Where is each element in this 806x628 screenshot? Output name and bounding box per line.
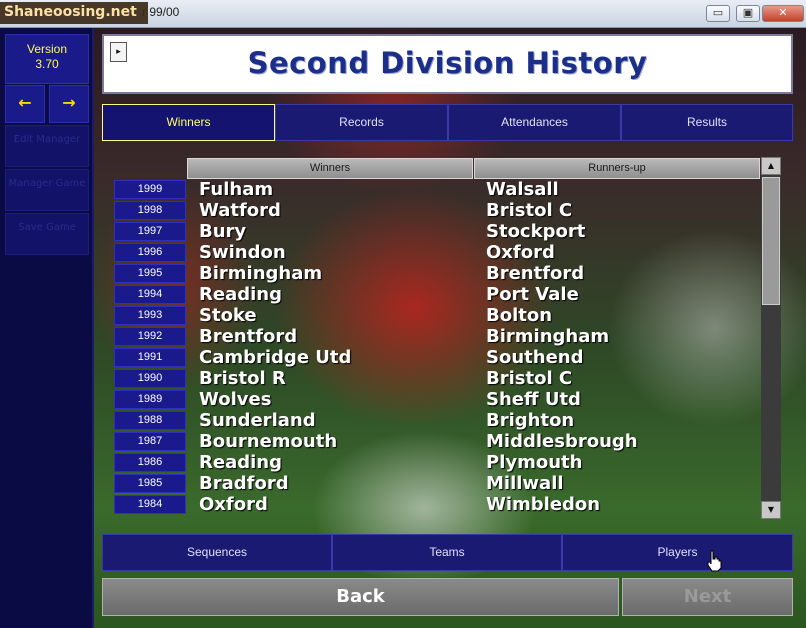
sidebar: Version 3.70 ← → Edit Manager Manager Ga… (0, 28, 94, 628)
year-cell: 1984 (114, 495, 186, 514)
runner-up-cell[interactable]: Oxford (486, 242, 555, 263)
version-label: Version (26, 42, 68, 56)
scroll-down-icon[interactable]: ▼ (761, 501, 781, 519)
winner-cell[interactable]: Reading (199, 452, 282, 473)
year-cell: 1987 (114, 432, 186, 451)
hand-cursor-icon (707, 550, 722, 572)
year-cell: 1988 (114, 411, 186, 430)
runner-up-cell[interactable]: Brentford (486, 263, 584, 284)
version-number: 3.70 (35, 57, 59, 71)
year-cell: 1994 (114, 285, 186, 304)
runner-up-cell[interactable]: Southend (486, 347, 583, 368)
year-cell: 1998 (114, 201, 186, 220)
winner-cell[interactable]: Fulham (199, 179, 273, 200)
table-row: 1995 Birmingham Brentford (114, 263, 754, 284)
runner-up-cell[interactable]: Wimbledon (486, 494, 600, 515)
winner-cell[interactable]: Wolves (199, 389, 271, 410)
table-row: 1984 Oxford Wimbledon (114, 494, 754, 515)
year-cell: 1993 (114, 306, 186, 325)
table-row: 1997 Bury Stockport (114, 221, 754, 242)
table-row: 1988 Sunderland Brighton (114, 410, 754, 431)
minimize-button[interactable]: ▭ (706, 5, 730, 22)
year-cell: 1990 (114, 369, 186, 388)
sequences-button[interactable]: Sequences (102, 534, 332, 571)
winner-cell[interactable]: Bristol R (199, 368, 286, 389)
year-cell: 1985 (114, 474, 186, 493)
sidebar-item-manager-game: Manager Game (5, 169, 89, 211)
tab-attendances[interactable]: Attendances (448, 104, 621, 141)
table-row: 1992 Brentford Birmingham (114, 326, 754, 347)
table-row: 1994 Reading Port Vale (114, 284, 754, 305)
winner-cell[interactable]: Bradford (199, 473, 289, 494)
runner-up-cell[interactable]: Brighton (486, 410, 574, 431)
scroll-up-icon[interactable]: ▲ (761, 157, 781, 175)
year-cell: 1999 (114, 180, 186, 199)
window-titlebar: r 99/00 Shaneoosing.net ▭ ▣ ✕ (0, 0, 806, 28)
table-row: 1991 Cambridge Utd Southend (114, 347, 754, 368)
table-row: 1987 Bournemouth Middlesbrough (114, 431, 754, 452)
table-row: 1989 Wolves Sheff Utd (114, 389, 754, 410)
year-cell: 1992 (114, 327, 186, 346)
table-row: 1985 Bradford Millwall (114, 473, 754, 494)
runner-up-cell[interactable]: Plymouth (486, 452, 582, 473)
tab-winners[interactable]: Winners (102, 104, 275, 141)
winner-cell[interactable]: Swindon (199, 242, 286, 263)
watermark-logo: Shaneoosing.net (0, 2, 148, 24)
main-panel: ▸ Second Division History Winners Record… (94, 28, 806, 628)
year-cell: 1997 (114, 222, 186, 241)
winner-cell[interactable]: Stoke (199, 305, 257, 326)
winner-cell[interactable]: Cambridge Utd (199, 347, 351, 368)
runner-up-cell[interactable]: Bolton (486, 305, 552, 326)
runner-up-cell[interactable]: Millwall (486, 473, 564, 494)
table-row: 1990 Bristol R Bristol C (114, 368, 754, 389)
table-row: 1986 Reading Plymouth (114, 452, 754, 473)
runner-up-cell[interactable]: Stockport (486, 221, 585, 242)
winner-cell[interactable]: Bournemouth (199, 431, 337, 452)
tab-records[interactable]: Records (275, 104, 448, 141)
sidebar-item-save-game: Save Game (5, 213, 89, 255)
tab-bar: Winners Records Attendances Results (102, 104, 793, 141)
table-row: 1996 Swindon Oxford (114, 242, 754, 263)
winner-cell[interactable]: Birmingham (199, 263, 322, 284)
winner-cell[interactable]: Reading (199, 284, 282, 305)
year-cell: 1989 (114, 390, 186, 409)
runner-up-cell[interactable]: Bristol C (486, 200, 572, 221)
winner-cell[interactable]: Brentford (199, 326, 297, 347)
page-header: ▸ Second Division History (102, 34, 793, 94)
maximize-button[interactable]: ▣ (736, 5, 760, 22)
year-cell: 1996 (114, 243, 186, 262)
next-button[interactable]: Next (622, 578, 793, 616)
page-title: Second Division History (247, 46, 648, 80)
year-cell: 1995 (114, 264, 186, 283)
back-button[interactable]: Back (102, 578, 619, 616)
year-cell: 1986 (114, 453, 186, 472)
runner-up-cell[interactable]: Middlesbrough (486, 431, 638, 452)
winner-cell[interactable]: Bury (199, 221, 246, 242)
close-button[interactable]: ✕ (762, 5, 804, 22)
table-row: 1998 Watford Bristol C (114, 200, 754, 221)
bottom-tab-bar: Sequences Teams Players (102, 534, 793, 571)
sidebar-item-edit-manager: Edit Manager (5, 125, 89, 167)
table-row: 1999 Fulham Walsall (114, 179, 754, 200)
winner-cell[interactable]: Sunderland (199, 410, 316, 431)
table-row: 1993 Stoke Bolton (114, 305, 754, 326)
tab-results[interactable]: Results (621, 104, 793, 141)
runner-up-cell[interactable]: Sheff Utd (486, 389, 581, 410)
forward-arrow-icon[interactable]: → (49, 85, 89, 123)
teams-button[interactable]: Teams (332, 534, 562, 571)
column-header-winners[interactable]: Winners (187, 158, 473, 179)
year-cell: 1991 (114, 348, 186, 367)
runner-up-cell[interactable]: Walsall (486, 179, 559, 200)
winner-cell[interactable]: Watford (199, 200, 281, 221)
runner-up-cell[interactable]: Bristol C (486, 368, 572, 389)
players-button[interactable]: Players (562, 534, 793, 571)
runner-up-cell[interactable]: Port Vale (486, 284, 579, 305)
table-scrollbar[interactable]: ▲ ▼ (761, 157, 781, 519)
scroll-thumb[interactable] (762, 177, 780, 305)
back-arrow-icon[interactable]: ← (5, 85, 45, 123)
runner-up-cell[interactable]: Birmingham (486, 326, 609, 347)
version-box: Version 3.70 (5, 34, 89, 84)
winner-cell[interactable]: Oxford (199, 494, 268, 515)
column-header-runners-up[interactable]: Runners-up (474, 158, 760, 179)
